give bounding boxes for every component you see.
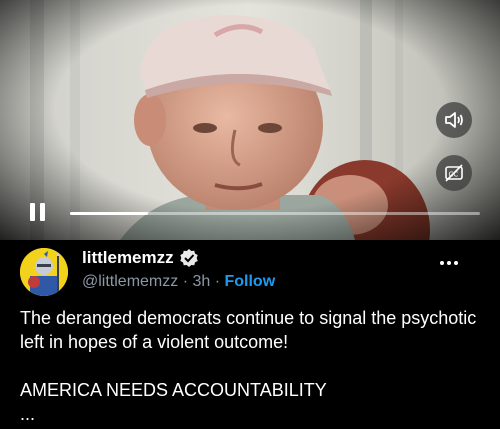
more-options-button[interactable]: [440, 258, 462, 268]
post-text-line: AMERICA NEEDS ACCOUNTABILITY: [20, 380, 327, 400]
captions-button[interactable]: CC: [436, 155, 472, 191]
more-dots-icon: [440, 261, 444, 265]
post-text-line: The deranged democrats continue to signa…: [20, 308, 477, 352]
author-meta-row: @littlememzz · 3h · Follow: [82, 273, 275, 291]
video-frame: [0, 0, 500, 240]
knight-avatar-icon: [20, 248, 68, 296]
volume-icon: [445, 112, 463, 128]
pause-button[interactable]: [30, 203, 50, 225]
follow-separator: ·: [210, 273, 225, 290]
post-time[interactable]: 3h: [192, 273, 210, 291]
verified-badge-icon: [179, 249, 198, 267]
follow-button[interactable]: Follow: [224, 273, 275, 291]
author-handle[interactable]: @littlememzz: [82, 273, 178, 291]
display-name[interactable]: littlememzz: [82, 248, 174, 268]
video-progress-bar[interactable]: [70, 212, 480, 215]
post-text-ellipsis: ...: [20, 404, 36, 424]
pause-icon: [30, 203, 35, 221]
video-progress-fill: [70, 212, 148, 215]
volume-button[interactable]: [436, 102, 472, 138]
captions-off-icon: CC: [445, 164, 463, 182]
author-name-row: littlememzz: [82, 248, 199, 268]
video-player[interactable]: CC: [0, 0, 500, 240]
pause-icon-bar: [40, 203, 45, 221]
meta-separator: ·: [178, 273, 193, 290]
avatar[interactable]: [20, 248, 68, 296]
post-text: The deranged democrats continue to signa…: [20, 306, 485, 426]
